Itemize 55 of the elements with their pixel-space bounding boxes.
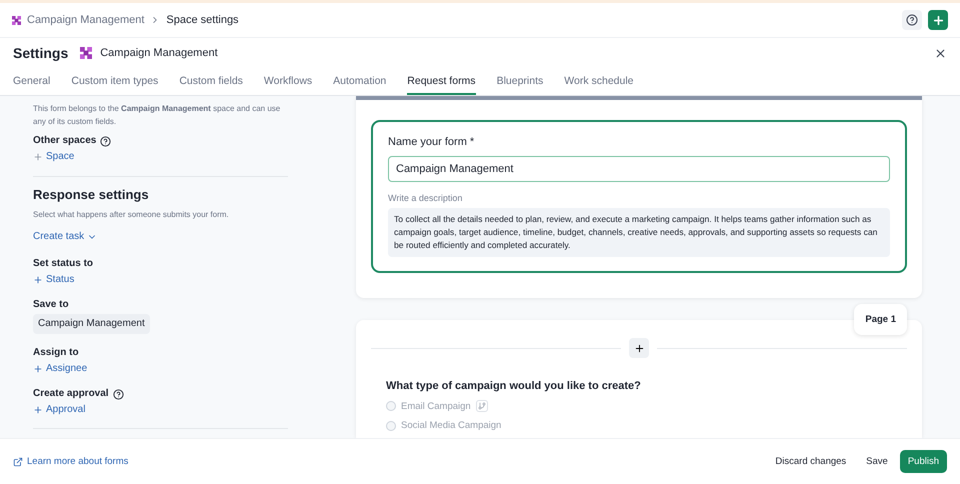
field-label: Set status to <box>33 258 94 270</box>
settings-tab[interactable]: Custom fields <box>179 68 243 95</box>
add-link[interactable]: Approval <box>33 404 288 416</box>
space-name: Campaign Management <box>100 47 218 59</box>
field-label: Save to <box>33 299 69 311</box>
field-label: Name your form * <box>388 136 476 148</box>
section-hint: Select what happens after someone submits your form. <box>33 209 230 221</box>
radio-button[interactable] <box>386 420 396 430</box>
field-label: Create approval <box>33 388 109 400</box>
plus-icon <box>33 152 43 162</box>
help-icon[interactable] <box>112 388 124 400</box>
plus-icon <box>932 14 944 26</box>
plus-icon <box>33 275 43 285</box>
settings-tab[interactable]: Work schedule <box>564 68 634 95</box>
description-label: Write a description <box>388 193 464 203</box>
form-name-input[interactable]: Campaign Management <box>388 156 890 182</box>
space-logo-icon <box>80 47 92 59</box>
learn-more-link[interactable]: Learn more about forms <box>13 456 128 467</box>
plus-icon <box>33 405 43 415</box>
plus-icon <box>33 364 43 374</box>
close-icon[interactable] <box>934 46 947 60</box>
add-space-link[interactable]: Space <box>33 151 288 163</box>
add-link[interactable]: Assignee <box>33 363 288 375</box>
publish-button[interactable]: Publish <box>900 450 947 473</box>
breadcrumb-item[interactable]: Campaign Management <box>27 14 144 26</box>
help-button[interactable] <box>902 10 922 30</box>
plus-icon <box>634 342 644 354</box>
settings-title: Settings <box>13 45 68 61</box>
settings-tab[interactable]: Automation <box>333 68 386 95</box>
option-label: Email Campaign <box>401 400 471 412</box>
help-icon <box>906 14 918 26</box>
settings-tab[interactable]: Workflows <box>264 68 312 95</box>
help-icon[interactable] <box>100 136 112 146</box>
space-logo-icon <box>12 16 21 24</box>
save-location-chip[interactable]: Campaign Management <box>33 314 150 334</box>
field-label: Other spaces <box>33 135 96 147</box>
footer-button[interactable]: Save <box>858 450 896 473</box>
add-question-button[interactable] <box>629 338 649 358</box>
form-ownership-note: This form belongs to the Campaign Management space and can use any of its custom fields. <box>33 103 282 128</box>
create-task-dropdown[interactable]: Create task <box>33 231 288 243</box>
footer-button[interactable]: Discard changes <box>767 450 854 473</box>
radio-button[interactable] <box>386 401 396 411</box>
option-label: Social Media Campaign <box>401 420 502 431</box>
add-link[interactable]: Status <box>33 274 288 286</box>
add-button[interactable] <box>928 10 948 30</box>
settings-tab[interactable]: General <box>13 68 50 95</box>
page-tab[interactable]: Page 1 <box>854 304 907 335</box>
breadcrumb-item: Space settings <box>166 14 239 26</box>
description-field[interactable]: To collect all the details needed to plan, review, and execute a marketing campaign. It helps teams gather information such as campaign goals, target audience, timeline, budget, channels, creative needs, approvals, and supporting assets so requests can be routed efficiently and completed accurately. <box>388 208 890 257</box>
settings-tab[interactable]: Custom item types <box>71 68 158 95</box>
section-title: Response settings <box>33 187 150 203</box>
field-label: Assign to <box>33 347 79 359</box>
settings-tab[interactable]: Blueprints <box>496 68 544 95</box>
external-link-icon <box>13 456 23 466</box>
question-text: What type of campaign would you like to create? <box>386 380 642 392</box>
